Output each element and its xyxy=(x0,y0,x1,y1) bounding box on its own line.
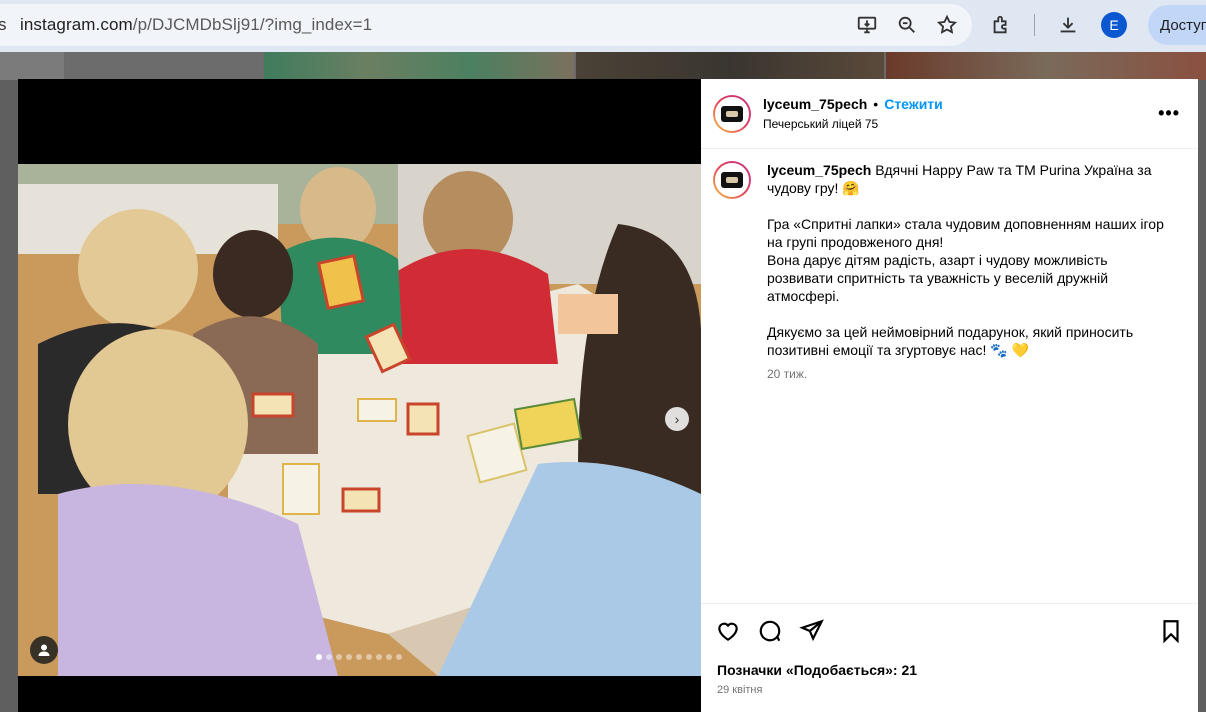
post-media: › xyxy=(18,79,701,712)
carousel-dot xyxy=(366,654,372,660)
share-icon[interactable] xyxy=(799,618,825,649)
author-username[interactable]: lyceum_75pech xyxy=(763,96,867,112)
post-location[interactable]: Печерський ліцей 75 xyxy=(763,117,943,131)
avatar[interactable] xyxy=(713,94,751,133)
post-photo[interactable] xyxy=(18,164,701,676)
post-side-panel: lyceum_75pech • Стежити Печерський ліцей… xyxy=(701,79,1198,712)
heart-icon[interactable] xyxy=(715,618,741,649)
carousel-next-button[interactable]: › xyxy=(665,407,689,431)
site-info-glyph[interactable]: s xyxy=(0,15,8,35)
carousel-dot xyxy=(336,654,342,660)
browser-toolbar: s instagram.com/p/DJCMDbSlj91/?img_index… xyxy=(0,0,1206,52)
screen-cast-icon[interactable] xyxy=(856,14,878,36)
toolbar-divider xyxy=(1034,14,1035,36)
carousel-dot xyxy=(326,654,332,660)
carousel-dot xyxy=(346,654,352,660)
post-caption: lyceum_75pech Вдячні Happy Paw та ТМ Pur… xyxy=(713,161,1183,383)
caption-paragraph3: Дякуємо за цей неймовірний подарунок, як… xyxy=(767,324,1134,358)
post-date[interactable]: 29 квітня xyxy=(717,684,762,696)
caption-time[interactable]: 20 тиж. xyxy=(767,365,1167,383)
school-logo-icon xyxy=(721,172,743,188)
address-bar[interactable]: s instagram.com/p/DJCMDbSlj91/?img_index… xyxy=(0,4,972,46)
download-icon[interactable] xyxy=(1057,14,1079,36)
carousel-dots xyxy=(316,654,402,660)
header-separator: • xyxy=(873,96,879,112)
access-button[interactable]: Доступ xyxy=(1148,5,1206,45)
caption-username[interactable]: lyceum_75pech xyxy=(767,162,871,178)
avatar[interactable] xyxy=(713,161,751,199)
caption-paragraph2: Гра «Спритні лапки» стала чудовим доповн… xyxy=(767,216,1164,304)
classroom-photo xyxy=(18,164,701,676)
follow-button[interactable]: Стежити xyxy=(884,96,943,112)
url-path: /p/DJCMDbSlj91/?img_index=1 xyxy=(132,15,373,34)
carousel-dot xyxy=(396,654,402,660)
zoom-icon[interactable] xyxy=(896,14,918,36)
profile-avatar[interactable]: E xyxy=(1101,12,1127,38)
post-header: lyceum_75pech • Стежити Печерський ліцей… xyxy=(701,79,1198,149)
url-text[interactable]: instagram.com/p/DJCMDbSlj91/?img_index=1 xyxy=(20,15,372,35)
likes-count[interactable]: Позначки «Подобається»: 21 xyxy=(717,662,917,678)
school-logo-icon xyxy=(721,105,743,122)
post-actions: Позначки «Подобається»: 21 29 квітня xyxy=(701,603,1198,712)
comment-icon[interactable] xyxy=(757,618,783,649)
carousel-dot xyxy=(386,654,392,660)
user-tag-icon[interactable] xyxy=(30,636,58,664)
star-icon[interactable] xyxy=(936,14,958,36)
carousel-dot xyxy=(376,654,382,660)
background-feed xyxy=(0,52,1206,80)
carousel-dot xyxy=(356,654,362,660)
more-options-button[interactable]: ••• xyxy=(1158,103,1180,124)
bookmark-icon[interactable] xyxy=(1158,618,1184,649)
carousel-dot xyxy=(316,654,322,660)
extensions-icon[interactable] xyxy=(990,14,1012,36)
url-host: instagram.com xyxy=(20,15,133,34)
